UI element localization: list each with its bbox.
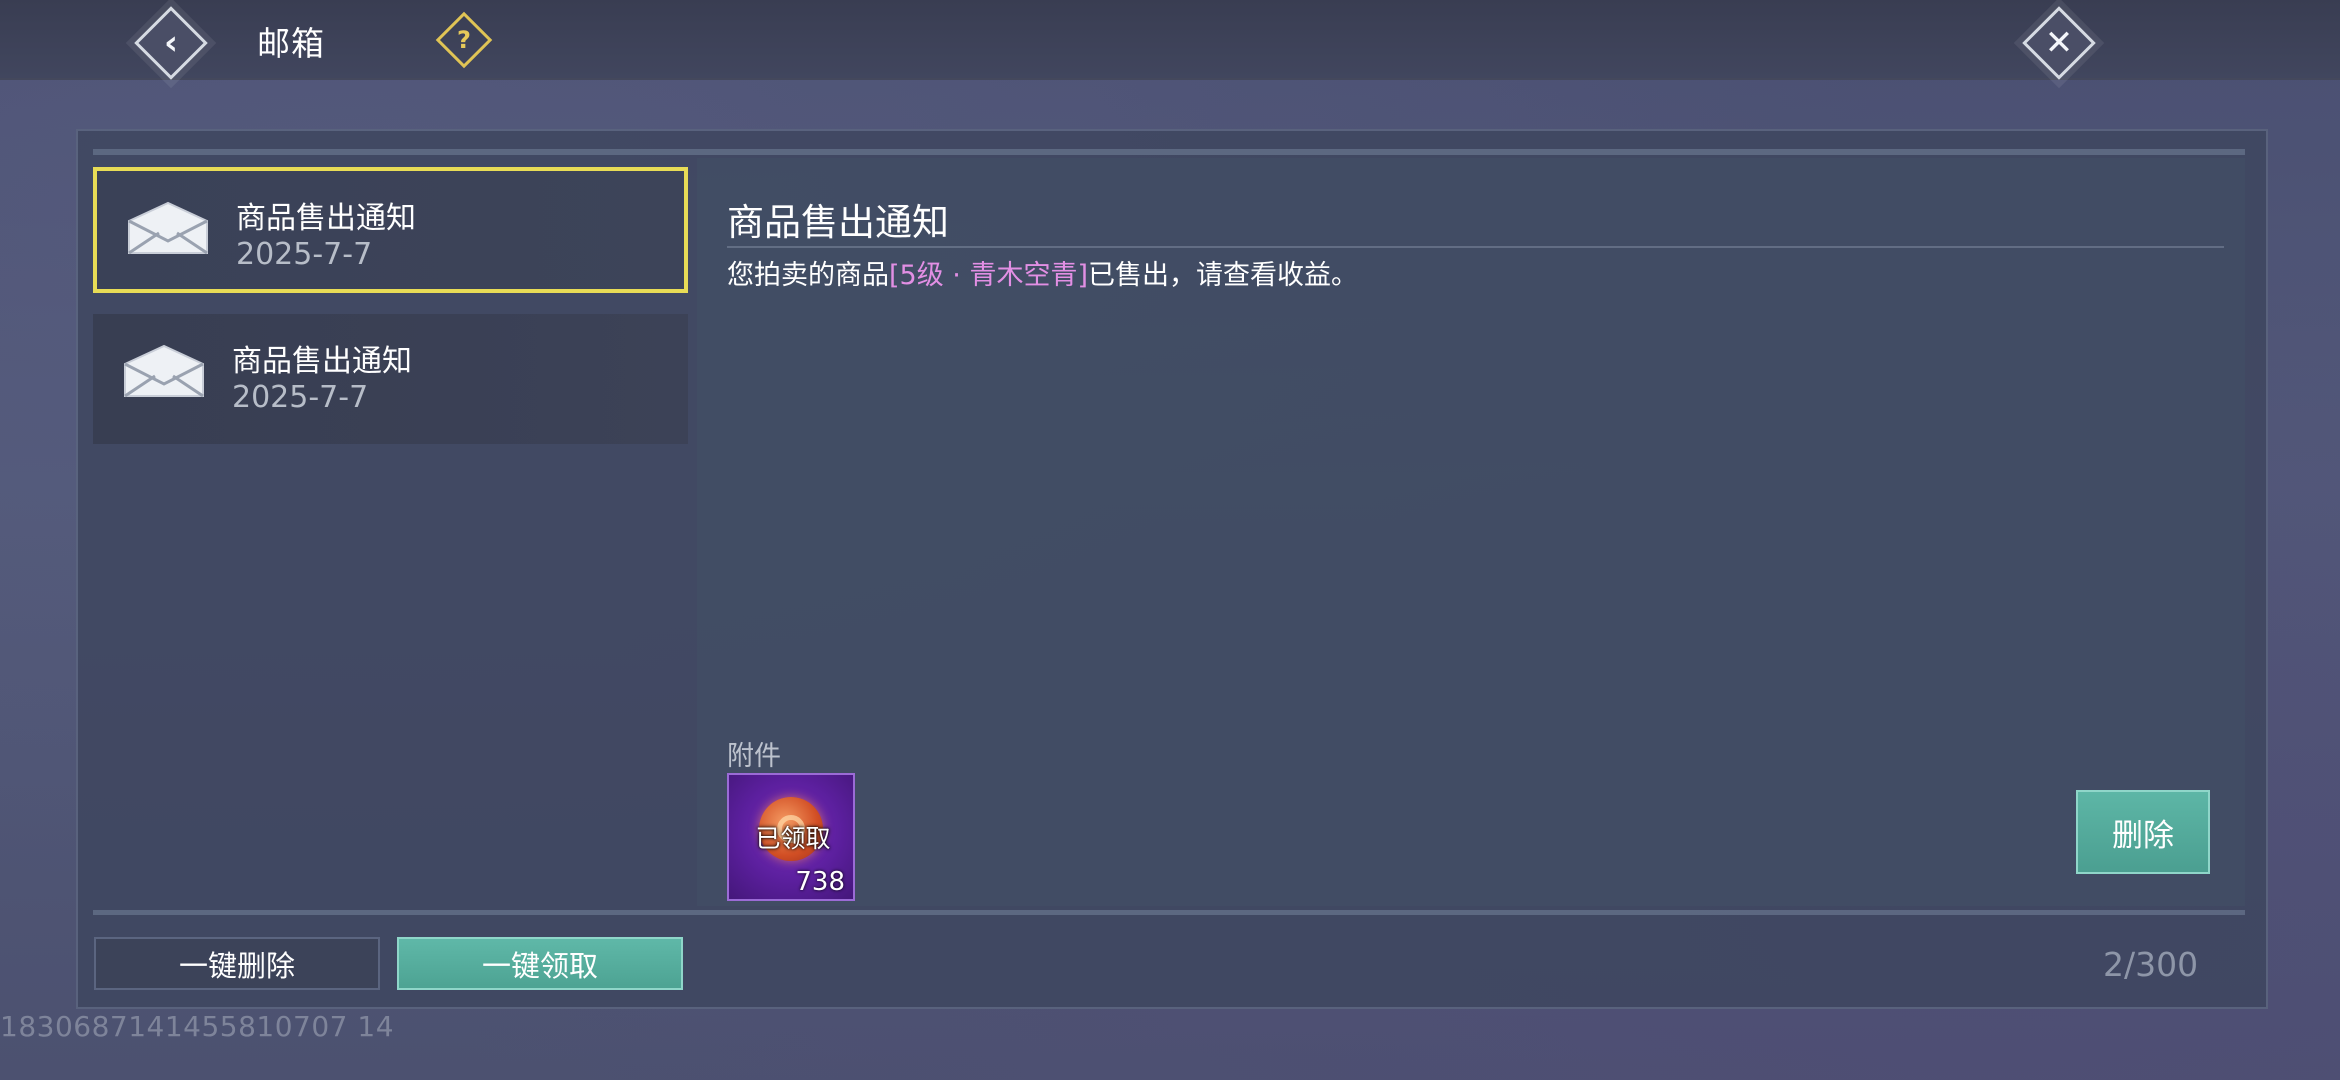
mail-list-item[interactable]: 商品售出通知 2025-7-7 xyxy=(93,167,688,293)
claimed-status: 已领取 xyxy=(755,824,831,853)
attachment-label: 附件 xyxy=(727,741,781,772)
mail-date: 2025-7-7 xyxy=(232,380,369,415)
bulk-claim-button[interactable]: 一键领取 xyxy=(397,937,683,990)
mail-list-item[interactable]: 商品售出通知 2025-7-7 xyxy=(93,314,688,444)
envelope-icon xyxy=(124,344,204,398)
detail-item-name: [5级 · 青木空青] xyxy=(889,260,1088,291)
mail-date: 2025-7-7 xyxy=(236,237,373,272)
bulk-delete-button[interactable]: 一键删除 xyxy=(94,937,380,990)
delete-button[interactable]: 删除 xyxy=(2076,790,2210,874)
detail-body-suffix: 已售出，请查看收益。 xyxy=(1088,260,1358,291)
detail-title: 商品售出通知 xyxy=(727,201,949,244)
detail-body: 您拍卖的商品[5级 · 青木空青]已售出，请查看收益。 xyxy=(727,253,1358,292)
user-id: 1830687141455810707 14 xyxy=(0,1010,395,1043)
question-icon: ? xyxy=(457,26,471,54)
detail-divider xyxy=(727,246,2224,248)
attachment-count: 738 xyxy=(795,867,845,897)
detail-body-prefix: 您拍卖的商品 xyxy=(727,260,889,291)
back-arrow-icon: ‹ xyxy=(163,23,178,63)
mail-title: 商品售出通知 xyxy=(232,344,412,379)
close-x-icon: ✕ xyxy=(2044,23,2074,63)
mail-count: 2/300 xyxy=(2103,945,2199,984)
top-bar xyxy=(0,0,2340,80)
mail-title: 商品售出通知 xyxy=(236,201,416,236)
envelope-icon xyxy=(128,201,208,255)
panel-divider-bottom xyxy=(93,910,2245,915)
page-title: 邮箱 xyxy=(257,24,325,63)
panel-divider-top xyxy=(93,149,2245,155)
attachment-item[interactable]: 已领取 738 xyxy=(727,773,855,901)
